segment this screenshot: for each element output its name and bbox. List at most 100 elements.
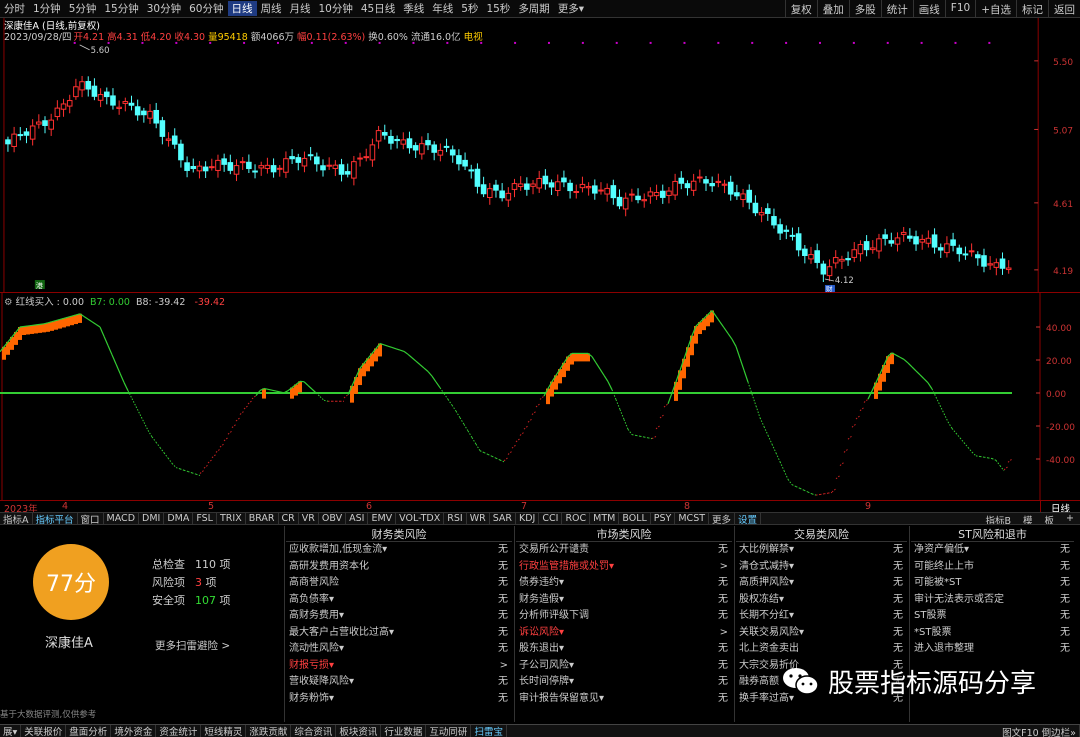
- period-tab-16[interactable]: 更多▾: [554, 1, 588, 16]
- risk-item[interactable]: 财报亏损▾ >: [286, 658, 512, 675]
- toolbar-button-8[interactable]: 返回: [1048, 0, 1080, 17]
- indicator-tab-19[interactable]: CCI: [539, 513, 563, 524]
- indicator-tab-5[interactable]: DMA: [164, 513, 194, 524]
- bottom-tab-5[interactable]: 短线精灵: [201, 725, 247, 737]
- indicator-tab-24[interactable]: MCST: [675, 513, 710, 524]
- toolbar-button-1[interactable]: 叠加: [816, 0, 849, 17]
- indicator-tab-6[interactable]: FSL: [193, 513, 217, 524]
- indicator-right-tab-1[interactable]: 模: [1017, 513, 1039, 524]
- indicator-tab-2[interactable]: 窗口: [78, 513, 104, 524]
- period-tab-14[interactable]: 15秒: [482, 1, 514, 16]
- toolbar-button-6[interactable]: +自选: [975, 0, 1016, 17]
- period-tab-8[interactable]: 月线: [286, 1, 315, 16]
- indicator-tab-1[interactable]: 指标平台: [33, 513, 78, 524]
- bottom-tab-7[interactable]: 综合资讯: [291, 725, 337, 737]
- indicator-tab-21[interactable]: MTM: [590, 513, 620, 524]
- indicator-tab-12[interactable]: ASI: [346, 513, 369, 524]
- toolbar-button-4[interactable]: 画线: [912, 0, 945, 17]
- risk-item[interactable]: 诉讼风险▾ >: [516, 625, 732, 642]
- risk-item[interactable]: 子公司风险▾ 无: [516, 658, 732, 675]
- toolbar-button-0[interactable]: 复权: [784, 0, 817, 17]
- indicator-tab-20[interactable]: ROC: [562, 513, 591, 524]
- period-tab-13[interactable]: 5秒: [457, 1, 482, 16]
- indicator-chart[interactable]: 40.00 20.00 0.00 -20.00 -40.00: [0, 293, 1080, 500]
- risk-item[interactable]: 债券违约▾ 无: [516, 575, 732, 592]
- bottom-tab-8[interactable]: 板块资讯: [336, 725, 382, 737]
- period-tab-10[interactable]: 45日线: [357, 1, 399, 16]
- period-tab-11[interactable]: 季线: [399, 1, 428, 16]
- period-tab-7[interactable]: 周线: [257, 1, 286, 16]
- risk-item[interactable]: 交易所公开谴责 无: [516, 542, 732, 559]
- risk-item[interactable]: 高商誉风险 无: [286, 575, 512, 592]
- settings-icon[interactable]: ⚙: [4, 297, 13, 308]
- bottom-tab-11[interactable]: 扫雷宝: [471, 725, 507, 737]
- indicator-tab-11[interactable]: OBV: [319, 513, 347, 524]
- period-tab-15[interactable]: 多周期: [514, 1, 554, 16]
- indicator-tab-0[interactable]: 指标A: [0, 513, 33, 524]
- indicator-right-tab-2[interactable]: 板: [1039, 513, 1061, 524]
- more-scan-link[interactable]: 更多扫雷避险 >: [155, 638, 230, 653]
- risk-item[interactable]: 分析师评级下调 无: [516, 608, 732, 625]
- risk-item[interactable]: 高负债率▾ 无: [286, 592, 512, 609]
- risk-item[interactable]: 可能被*ST 无: [911, 575, 1074, 592]
- risk-item[interactable]: 股东退出▾ 无: [516, 641, 732, 658]
- f10-sidebar-toggle[interactable]: 图文F10 倒边栏»: [999, 725, 1080, 737]
- bottom-tab-3[interactable]: 境外资金: [111, 725, 157, 737]
- bottom-tab-9[interactable]: 行业数据: [381, 725, 427, 737]
- risk-item[interactable]: ST股票 无: [911, 608, 1074, 625]
- risk-item[interactable]: 可能终止上市 无: [911, 559, 1074, 576]
- indicator-tab-8[interactable]: BRAR: [246, 513, 279, 524]
- toolbar-button-2[interactable]: 多股: [848, 0, 881, 17]
- bottom-tab-4[interactable]: 资金统计: [156, 725, 202, 737]
- indicator-tab-23[interactable]: PSY: [651, 513, 676, 524]
- bottom-tab-10[interactable]: 互动同研: [426, 725, 472, 737]
- toolbar-button-5[interactable]: F10: [944, 0, 975, 17]
- risk-item[interactable]: 高财务费用▾ 无: [286, 608, 512, 625]
- period-tab-6[interactable]: 日线: [227, 1, 257, 16]
- risk-item[interactable]: 财务造假▾ 无: [516, 592, 732, 609]
- risk-item[interactable]: 长时间停牌▾ 无: [516, 674, 732, 691]
- toolbar-button-7[interactable]: 标记: [1016, 0, 1048, 17]
- period-tab-9[interactable]: 10分钟: [315, 1, 357, 16]
- risk-item[interactable]: 长期不分红▾ 无: [736, 608, 907, 625]
- period-tab-4[interactable]: 30分钟: [143, 1, 185, 16]
- indicator-tab-3[interactable]: MACD: [104, 513, 140, 524]
- risk-item[interactable]: 大比例解禁▾ 无: [736, 542, 907, 559]
- period-tab-5[interactable]: 60分钟: [185, 1, 227, 16]
- period-tab-12[interactable]: 年线: [428, 1, 457, 16]
- indicator-right-tab-3[interactable]: +: [1060, 513, 1080, 524]
- indicator-tab-14[interactable]: VOL-TDX: [396, 513, 445, 524]
- risk-item[interactable]: 高质押风险▾ 无: [736, 575, 907, 592]
- indicator-tab-9[interactable]: CR: [279, 513, 299, 524]
- indicator-tab-22[interactable]: BOLL: [619, 513, 651, 524]
- risk-item[interactable]: 应收款增加,低现金流▾ 无: [286, 542, 512, 559]
- period-tab-1[interactable]: 1分钟: [29, 1, 65, 16]
- bottom-tab-6[interactable]: 涨跌贡献: [246, 725, 292, 737]
- risk-item[interactable]: 关联交易风险▾ 无: [736, 625, 907, 642]
- indicator-right-tab-0[interactable]: 指标B: [979, 513, 1017, 524]
- indicator-tab-16[interactable]: WR: [467, 513, 490, 524]
- risk-item[interactable]: 净资产偏低▾ 无: [911, 542, 1074, 559]
- indicator-tab-15[interactable]: RSI: [444, 513, 467, 524]
- indicator-tab-25[interactable]: 更多: [709, 513, 736, 524]
- bottom-tab-2[interactable]: 盘面分析: [66, 725, 112, 737]
- risk-item[interactable]: 清仓式减持▾ 无: [736, 559, 907, 576]
- risk-item[interactable]: 流动性风险▾ 无: [286, 641, 512, 658]
- risk-item[interactable]: 高研发费用资本化 无: [286, 559, 512, 576]
- risk-item[interactable]: 财务粉饰▾ 无: [286, 691, 512, 708]
- indicator-tab-13[interactable]: EMV: [368, 513, 397, 524]
- bottom-tab-0[interactable]: 展▾: [0, 725, 22, 737]
- candlestick-chart[interactable]: 5.50 5.07 4.61 4.19 5.60 4.12财 港: [0, 18, 1080, 293]
- risk-item[interactable]: 审计无法表示或否定 无: [911, 592, 1074, 609]
- period-tab-3[interactable]: 15分钟: [100, 1, 142, 16]
- risk-item[interactable]: 股权冻结▾ 无: [736, 592, 907, 609]
- period-tab-2[interactable]: 5分钟: [65, 1, 101, 16]
- risk-item[interactable]: 行政监管措施或处罚▾ >: [516, 559, 732, 576]
- indicator-tab-4[interactable]: DMI: [139, 513, 165, 524]
- toolbar-button-3[interactable]: 统计: [880, 0, 913, 17]
- bottom-tab-1[interactable]: 关联报价: [21, 725, 67, 737]
- risk-item[interactable]: *ST股票 无: [911, 625, 1074, 642]
- indicator-tab-10[interactable]: VR: [299, 513, 319, 524]
- risk-item[interactable]: 最大客户占营收比过高▾ 无: [286, 625, 512, 642]
- period-tab-0[interactable]: 分时: [0, 1, 29, 16]
